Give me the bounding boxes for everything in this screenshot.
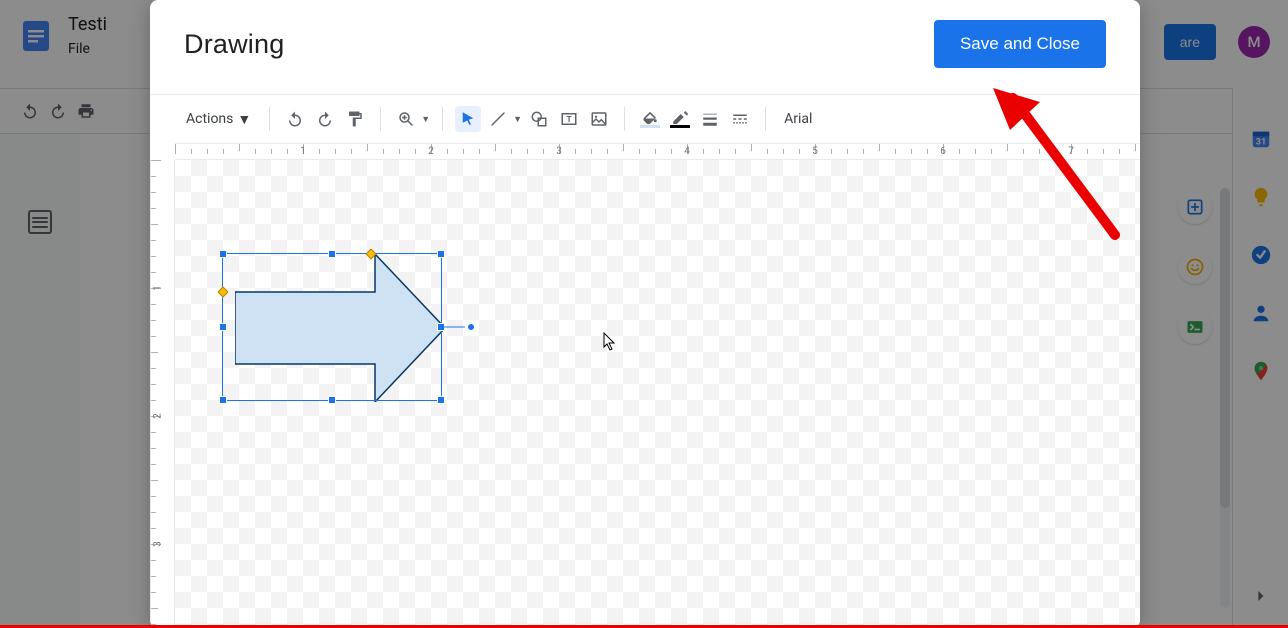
rotation-handle[interactable] xyxy=(467,323,475,331)
dialog-header: Drawing Save and Close xyxy=(150,0,1140,94)
border-dash-icon[interactable] xyxy=(727,106,753,132)
redo-icon[interactable] xyxy=(312,106,338,132)
divider xyxy=(765,107,766,131)
select-tool-icon[interactable] xyxy=(455,106,481,132)
handle-top-right[interactable] xyxy=(437,250,445,258)
chevron-down-icon: ▼ xyxy=(421,114,430,125)
chevron-down-icon: ▼ xyxy=(237,111,251,128)
adjust-handle-head[interactable] xyxy=(366,248,377,259)
paint-format-icon[interactable] xyxy=(342,106,368,132)
line-icon xyxy=(485,106,511,132)
shape-tool-icon[interactable] xyxy=(526,106,552,132)
image-tool-icon[interactable] xyxy=(586,106,612,132)
border-color-icon[interactable] xyxy=(667,106,693,132)
cursor-icon xyxy=(603,332,617,352)
selection-box[interactable] xyxy=(222,253,442,401)
handle-bottom-mid[interactable] xyxy=(328,396,336,404)
horizontal-ruler: 1234567 xyxy=(175,143,1140,160)
actions-menu[interactable]: Actions ▼ xyxy=(180,107,257,132)
drawing-canvas[interactable] xyxy=(175,160,1140,628)
rotation-line xyxy=(441,327,465,328)
drawing-dialog: Drawing Save and Close Actions ▼ ▼ xyxy=(150,0,1140,628)
handle-top-mid[interactable] xyxy=(328,250,336,258)
canvas-wrap: 123 xyxy=(150,160,1140,628)
divider xyxy=(442,107,443,131)
dialog-title: Drawing xyxy=(184,29,284,60)
divider xyxy=(624,107,625,131)
handle-bottom-right[interactable] xyxy=(437,396,445,404)
undo-icon[interactable] xyxy=(282,106,308,132)
chevron-down-icon: ▼ xyxy=(513,114,522,125)
font-family-select[interactable]: Arial xyxy=(778,111,848,127)
handle-bottom-left[interactable] xyxy=(219,396,227,404)
handle-mid-left[interactable] xyxy=(219,323,227,331)
svg-text:T: T xyxy=(567,115,572,125)
handle-top-left[interactable] xyxy=(219,250,227,258)
save-and-close-button[interactable]: Save and Close xyxy=(934,20,1106,68)
line-tool[interactable]: ▼ xyxy=(485,106,522,132)
adjust-handle-body[interactable] xyxy=(217,286,228,297)
vertical-ruler: 123 xyxy=(150,160,175,628)
zoom-menu[interactable]: ▼ xyxy=(393,106,430,132)
divider xyxy=(269,107,270,131)
actions-label: Actions xyxy=(186,111,233,127)
divider xyxy=(380,107,381,131)
drawing-toolbar: Actions ▼ ▼ ▼ xyxy=(150,95,1140,143)
more-icon[interactable] xyxy=(1084,106,1110,132)
textbox-tool-icon[interactable]: T xyxy=(556,106,582,132)
fill-color-icon[interactable] xyxy=(637,106,663,132)
border-weight-icon[interactable] xyxy=(697,106,723,132)
zoom-icon xyxy=(393,106,419,132)
